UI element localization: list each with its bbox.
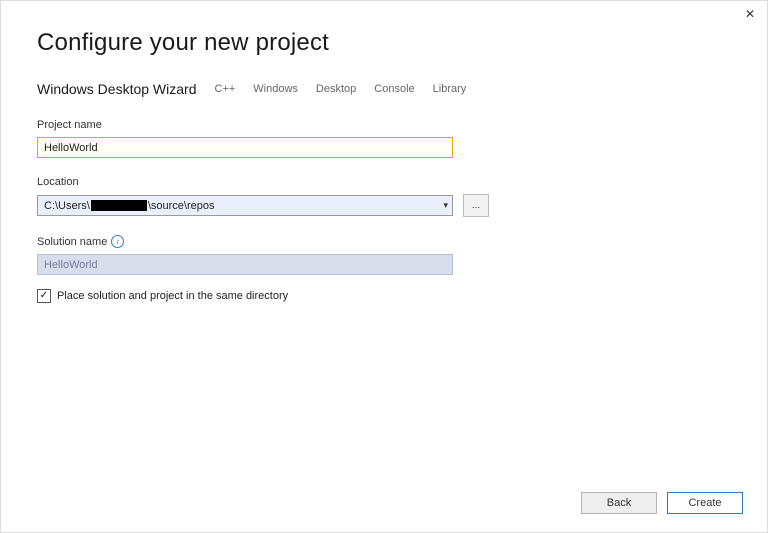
page-title: Configure your new project: [37, 29, 731, 57]
tag-console: Console: [374, 83, 414, 95]
location-block: Location C:\Users\ \source\repos ▾ ...: [37, 176, 731, 217]
browse-button[interactable]: ...: [463, 194, 489, 217]
same-directory-label: Place solution and project in the same d…: [57, 290, 288, 302]
location-redacted: [91, 200, 147, 211]
solution-name-input: HelloWorld: [37, 254, 453, 275]
solution-name-label: Solution name: [37, 236, 107, 248]
back-button[interactable]: Back: [581, 492, 657, 514]
location-value-suffix: \source\repos: [148, 200, 215, 212]
tag-desktop: Desktop: [316, 83, 356, 95]
same-directory-row[interactable]: ✓ Place solution and project in the same…: [37, 289, 731, 303]
tag-cpp: C++: [215, 83, 236, 95]
template-info-row: Windows Desktop Wizard C++ Windows Deskt…: [37, 81, 731, 97]
dialog-footer: Back Create: [581, 492, 743, 514]
chevron-down-icon: ▾: [443, 200, 448, 211]
close-icon[interactable]: ✕: [745, 7, 755, 21]
project-name-block: Project name: [37, 119, 731, 158]
template-name: Windows Desktop Wizard: [37, 81, 197, 97]
tag-windows: Windows: [253, 83, 298, 95]
dialog-content: Configure your new project Windows Deskt…: [1, 1, 767, 303]
location-value-prefix: C:\Users\: [44, 200, 90, 212]
info-icon[interactable]: i: [111, 235, 124, 248]
project-name-input[interactable]: [37, 137, 453, 158]
checkbox-icon[interactable]: ✓: [37, 289, 51, 303]
tag-library: Library: [433, 83, 467, 95]
location-combo[interactable]: C:\Users\ \source\repos ▾: [37, 195, 453, 216]
project-name-label: Project name: [37, 119, 731, 131]
create-button[interactable]: Create: [667, 492, 743, 514]
dialog-window: ✕ Configure your new project Windows Des…: [0, 0, 768, 533]
solution-name-block: Solution name i HelloWorld: [37, 235, 731, 275]
location-label: Location: [37, 176, 731, 188]
